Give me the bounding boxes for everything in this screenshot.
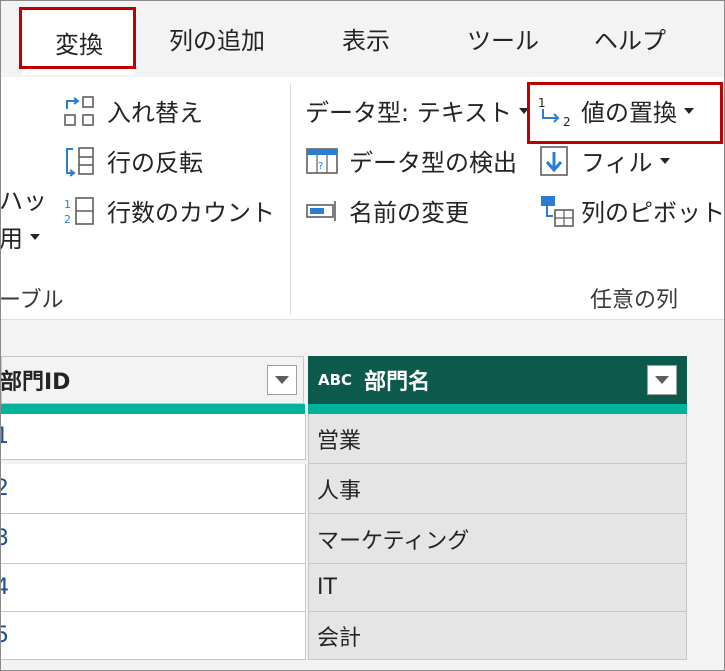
fill-down-icon	[540, 145, 568, 176]
column-filter-button[interactable]	[647, 365, 677, 395]
column-header-label: 部門名	[364, 370, 431, 395]
tab-tools[interactable]: ツール	[467, 21, 539, 56]
chevron-down-icon	[30, 233, 40, 240]
table-cell-name[interactable]: IT	[308, 564, 687, 612]
chevron-down-icon	[659, 157, 670, 164]
tab-highlight-box	[19, 7, 136, 69]
column-filter-button[interactable]	[267, 365, 297, 395]
rename-icon	[306, 200, 336, 221]
cell-value: 人事	[317, 478, 362, 504]
table-cell-name[interactable]: 人事	[308, 464, 687, 514]
rename-button[interactable]: 名前の変更	[305, 193, 469, 228]
data-type-dropdown[interactable]: データ型: テキスト	[305, 93, 529, 128]
table-cell-id[interactable]: 1	[1, 414, 306, 460]
tab-add-column[interactable]: 列の追加	[169, 21, 265, 56]
table-cell-id[interactable]: 4	[1, 564, 306, 612]
cell-value: 営業	[317, 428, 362, 454]
cell-value: 4	[1, 575, 9, 600]
partial-button-top[interactable]: ハッ	[1, 181, 47, 216]
table-cell-name[interactable]: マーケティング	[308, 514, 687, 564]
replace-values-highlight-box	[527, 82, 723, 144]
cell-value: 5	[1, 623, 9, 648]
window: 変換 列の追加 表示 ツール ヘルプ ハッ 用 入れ替え 行の反転 1 2 行数…	[0, 0, 725, 671]
table-group-label: ーブル	[0, 288, 64, 313]
any-column-group-label: 任意の列	[590, 288, 679, 313]
fill-label: フィル	[581, 149, 653, 177]
cell-value: 1	[1, 424, 9, 449]
tab-view[interactable]: 表示	[342, 21, 390, 56]
text-type-icon[interactable]: ABC	[318, 371, 352, 389]
tab-help[interactable]: ヘルプ	[594, 21, 666, 56]
reverse-rows-icon	[66, 146, 94, 177]
pivot-column-label: 列のピボット	[581, 199, 725, 227]
pivot-column-button[interactable]: 列のピボット	[539, 193, 725, 228]
column-quality-bar	[308, 404, 687, 414]
svg-text:2: 2	[64, 213, 71, 226]
cell-value: 2	[1, 476, 9, 501]
count-rows-label: 行数のカウント	[107, 199, 275, 227]
rename-label: 名前の変更	[349, 199, 469, 227]
partial-button-bottom[interactable]: 用	[0, 219, 40, 254]
transpose-label: 入れ替え	[107, 99, 203, 127]
count-rows-button[interactable]: 1 2 行数のカウント	[63, 193, 275, 228]
table-cell-name[interactable]: 営業	[308, 414, 687, 464]
detect-type-button[interactable]: ? データ型の検出	[305, 143, 517, 178]
column-quality-bar	[1, 404, 305, 414]
reverse-rows-button[interactable]: 行の反転	[63, 143, 203, 178]
column-header-dept-id[interactable]: 部門ID	[1, 356, 304, 404]
transpose-button[interactable]: 入れ替え	[63, 93, 203, 128]
ribbon-tab-bar: 変換 列の追加 表示 ツール ヘルプ	[1, 1, 724, 77]
svg-text:1: 1	[64, 198, 71, 211]
pivot-column-icon	[541, 195, 574, 227]
detect-type-icon: ?	[306, 147, 338, 174]
cell-value: 3	[1, 526, 9, 551]
reverse-rows-label: 行の反転	[107, 149, 203, 177]
table-cell-id[interactable]: 2	[1, 464, 306, 514]
table-cell-id[interactable]: 3	[1, 514, 306, 564]
detect-type-label: データ型の検出	[349, 149, 517, 177]
cell-value: 会計	[317, 625, 362, 651]
count-rows-icon: 1 2	[64, 196, 94, 226]
table-cell-id[interactable]: 5	[1, 612, 306, 660]
chevron-down-icon	[275, 376, 289, 384]
svg-text:?: ?	[318, 161, 323, 172]
cell-value: マーケティング	[317, 528, 470, 554]
data-type-label: データ型: テキスト	[305, 99, 512, 127]
fill-dropdown[interactable]: フィル	[539, 143, 670, 178]
column-header-label: 部門ID	[0, 370, 71, 395]
table-cell-name[interactable]: 会計	[308, 612, 687, 660]
group-separator	[290, 83, 291, 315]
transpose-icon	[64, 95, 94, 126]
column-header-dept-name[interactable]: ABC 部門名	[308, 356, 687, 404]
cell-value: IT	[317, 575, 337, 600]
chevron-down-icon	[655, 376, 669, 384]
partial-button-label: 用	[0, 225, 23, 253]
